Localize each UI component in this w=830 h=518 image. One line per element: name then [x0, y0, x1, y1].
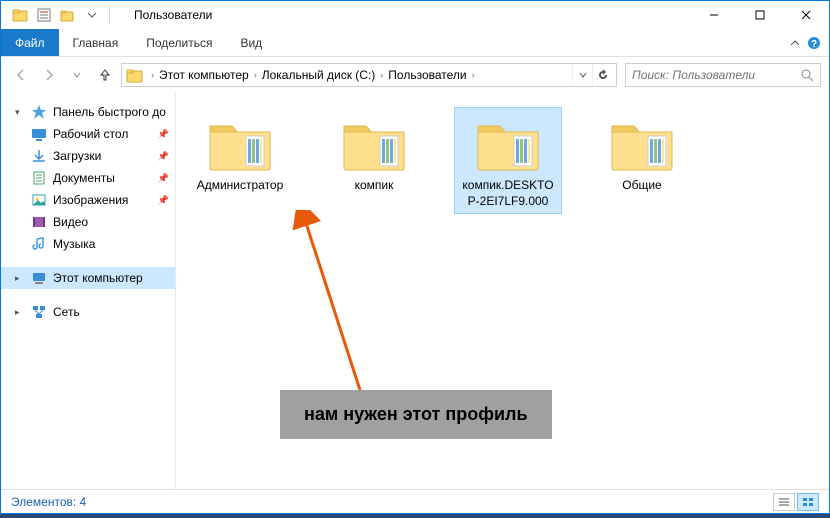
sidebar-item-thispc[interactable]: ▸ Этот компьютер [1, 267, 175, 289]
folder-label: Общие [622, 178, 661, 194]
folder-label: Администратор [197, 178, 284, 194]
tab-home[interactable]: Главная [59, 29, 133, 56]
desktop-icon [31, 126, 47, 142]
folder-item[interactable]: компик [320, 107, 428, 214]
view-icons-button[interactable] [797, 493, 819, 511]
qat-dropdown-icon[interactable] [81, 4, 103, 26]
sidebar-item-documents[interactable]: Документы 📌 [1, 167, 175, 189]
videos-icon [31, 214, 47, 230]
network-icon [31, 304, 47, 320]
folder-label: компик [355, 178, 394, 194]
pictures-icon [31, 192, 47, 208]
sidebar-item-label: Изображения [53, 193, 128, 207]
sidebar-item-label: Этот компьютер [53, 271, 143, 285]
ribbon-expand-icon[interactable] [789, 37, 801, 49]
chevron-right-icon[interactable]: › [377, 70, 386, 80]
folder-icon [472, 112, 544, 174]
search-box[interactable] [625, 63, 821, 87]
close-button[interactable] [783, 1, 829, 29]
window-controls [691, 1, 829, 29]
sidebar-item-music[interactable]: Музыка [1, 233, 175, 255]
chevron-down-icon[interactable]: ▾ [15, 107, 25, 118]
star-icon [31, 104, 47, 120]
back-button[interactable] [9, 63, 33, 87]
computer-icon [31, 270, 47, 286]
ribbon-tabs: Файл Главная Поделиться Вид ? [1, 29, 829, 57]
sidebar-item-label: Сеть [53, 305, 80, 319]
pin-icon: 📌 [158, 173, 169, 184]
sidebar-item-label: Рабочий стол [53, 127, 128, 141]
sidebar-item-label: Видео [53, 215, 88, 229]
view-details-button[interactable] [773, 493, 795, 511]
recent-dropdown-icon[interactable] [65, 63, 89, 87]
sidebar-item-network[interactable]: ▸ Сеть [1, 301, 175, 323]
sidebar-item-desktop[interactable]: Рабочий стол 📌 [1, 123, 175, 145]
breadcrumb[interactable]: Локальный диск (C:) [260, 68, 378, 82]
sidebar-item-label: Документы [53, 171, 115, 185]
sidebar-quick-access[interactable]: ▾ Панель быстрого до [1, 101, 175, 123]
new-folder-icon[interactable] [57, 4, 79, 26]
search-icon[interactable] [800, 68, 814, 82]
music-icon [31, 236, 47, 252]
pin-icon: 📌 [158, 195, 169, 206]
downloads-icon [31, 148, 47, 164]
chevron-right-icon[interactable]: › [251, 70, 260, 80]
folder-icon [606, 112, 678, 174]
chevron-right-icon[interactable]: › [469, 70, 478, 80]
pin-icon: 📌 [158, 129, 169, 140]
refresh-icon[interactable] [592, 64, 612, 86]
annotation-label: нам нужен этот профиль [280, 390, 552, 439]
folder-item[interactable]: компик.DESKTOP-2EI7LF9.000 [454, 107, 562, 214]
properties-icon[interactable] [33, 4, 55, 26]
navigation-bar: › Этот компьютер › Локальный диск (C:) ›… [1, 57, 829, 93]
folder-icon [204, 112, 276, 174]
folder-icon [338, 112, 410, 174]
chevron-right-icon[interactable]: ▸ [15, 307, 25, 318]
breadcrumb[interactable]: Этот компьютер [157, 68, 251, 82]
navigation-pane: ▾ Панель быстрого до Рабочий стол 📌 Загр… [1, 93, 176, 489]
sidebar-item-downloads[interactable]: Загрузки 📌 [1, 145, 175, 167]
sidebar-item-pictures[interactable]: Изображения 📌 [1, 189, 175, 211]
tab-file[interactable]: Файл [1, 29, 59, 56]
separator [109, 6, 110, 24]
sidebar-item-label: Загрузки [53, 149, 101, 163]
tab-share[interactable]: Поделиться [132, 29, 226, 56]
sidebar-item-label: Музыка [53, 237, 95, 251]
window-title: Пользователи [134, 8, 212, 22]
maximize-button[interactable] [737, 1, 783, 29]
minimize-button[interactable] [691, 1, 737, 29]
status-item-count: Элементов: 4 [11, 495, 86, 509]
help-icon[interactable]: ? [807, 36, 821, 50]
documents-icon [31, 170, 47, 186]
breadcrumb[interactable]: Пользователи [386, 68, 468, 82]
chevron-right-icon[interactable]: › [148, 70, 157, 80]
forward-button[interactable] [37, 63, 61, 87]
tab-view[interactable]: Вид [226, 29, 276, 56]
sidebar-item-videos[interactable]: Видео [1, 211, 175, 233]
title-bar: Пользователи [1, 1, 829, 29]
address-bar[interactable]: › Этот компьютер › Локальный диск (C:) ›… [121, 63, 617, 87]
address-dropdown-icon[interactable] [572, 64, 592, 86]
folder-item[interactable]: Администратор [186, 107, 294, 214]
quick-access-toolbar [1, 4, 103, 26]
search-input[interactable] [632, 68, 800, 82]
folder-item[interactable]: Общие [588, 107, 696, 214]
folder-label: компик.DESKTOP-2EI7LF9.000 [459, 178, 557, 209]
up-button[interactable] [93, 63, 117, 87]
svg-text:?: ? [811, 39, 817, 50]
pin-icon: 📌 [158, 151, 169, 162]
folder-icon [9, 4, 31, 26]
chevron-right-icon[interactable]: ▸ [15, 273, 25, 284]
status-bar: Элементов: 4 [1, 489, 829, 513]
folder-icon [126, 66, 144, 84]
sidebar-item-label: Панель быстрого до [53, 105, 166, 119]
